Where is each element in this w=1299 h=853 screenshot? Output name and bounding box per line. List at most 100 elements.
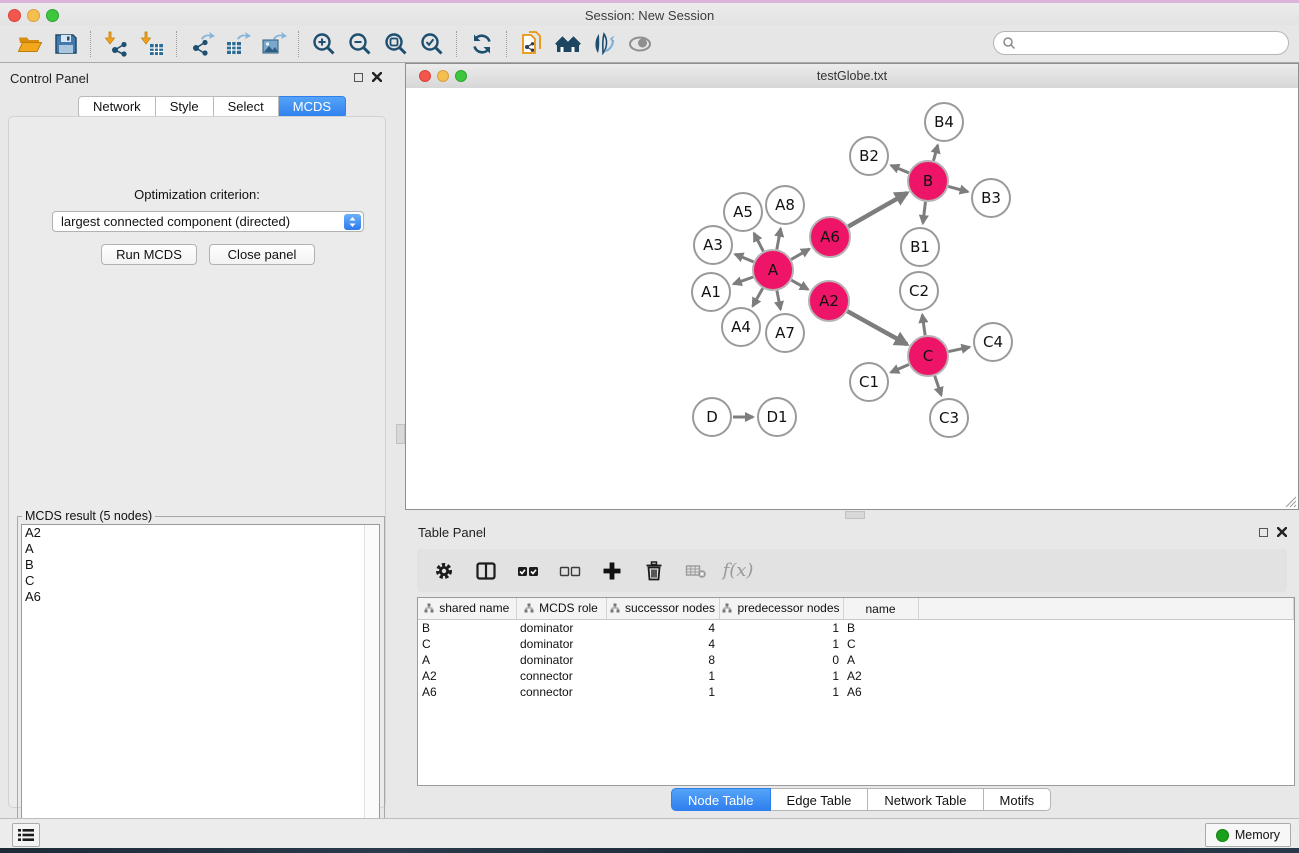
graph-edge[interactable] [848,193,907,227]
mcds-result-list[interactable]: A2ABCA6 [21,524,380,844]
graph-edge[interactable] [949,347,970,352]
import-table-button[interactable] [134,29,170,59]
mcds-result-item[interactable]: C [22,573,379,589]
graph-edge[interactable] [847,311,907,344]
tab-mcds[interactable]: MCDS [279,96,346,118]
table-cell[interactable]: 1 [606,668,719,684]
table-cell[interactable]: 4 [606,636,719,652]
tab-node-table[interactable]: Node Table [671,788,771,811]
zoom-selected-button[interactable] [414,29,450,59]
function-builder-button[interactable]: f(x) [721,555,755,587]
table-row[interactable]: Cdominator41C [418,636,1294,652]
run-mcds-button[interactable]: Run MCDS [101,244,197,265]
open-session-button[interactable] [12,29,48,59]
graph-edge[interactable] [777,291,781,310]
clone-network-button[interactable] [514,29,550,59]
table-cell[interactable]: 4 [606,620,719,637]
table-cell[interactable]: dominator [516,652,606,668]
table-cell[interactable]: 1 [606,684,719,700]
table-cell[interactable]: dominator [516,636,606,652]
table-cell[interactable]: connector [516,684,606,700]
tab-motifs[interactable]: Motifs [984,788,1052,811]
table-cell[interactable]: 1 [719,668,843,684]
show-column-panel-button[interactable] [469,555,503,587]
column-header-mcds-role[interactable]: MCDS role [516,598,606,620]
tab-select[interactable]: Select [214,96,279,118]
graph-edge[interactable] [935,376,942,395]
table-cell[interactable]: B [843,620,918,637]
table-row[interactable]: Bdominator41B [418,620,1294,637]
table-settings-button[interactable] [427,555,461,587]
table-cell[interactable]: C [843,636,918,652]
tab-network-table[interactable]: Network Table [868,788,983,811]
zoom-in-button[interactable] [306,29,342,59]
tab-network[interactable]: Network [78,96,156,118]
delete-table-button[interactable] [679,555,713,587]
mcds-result-item[interactable]: B [22,557,379,573]
network-window-titlebar[interactable]: testGlobe.txt [406,64,1298,89]
graph-edge[interactable] [922,315,925,335]
table-cell[interactable]: C [418,636,516,652]
apply-style-button[interactable] [586,29,622,59]
graph-edge[interactable] [791,249,809,259]
memory-button[interactable]: Memory [1205,823,1291,847]
network-canvas[interactable]: B4B2BB3A8A5A6A3B1AA1C2A2A4A7C4CC1C3DD1 [406,88,1298,509]
table-row[interactable]: A2connector11A2 [418,668,1294,684]
table-cell[interactable]: 1 [719,620,843,637]
table-cell[interactable]: A2 [843,668,918,684]
graph-edge[interactable] [791,280,808,289]
mcds-result-item[interactable]: A2 [22,525,379,541]
unselect-all-columns-button[interactable] [553,555,587,587]
result-scrollbar[interactable] [364,525,379,843]
criterion-dropdown[interactable]: largest connected component (directed) [52,211,364,232]
graph-edge[interactable] [923,202,926,223]
window-resize-grip[interactable] [1283,494,1297,508]
tab-style[interactable]: Style [156,96,214,118]
node-table[interactable]: shared name MCDS role successor nodes pr… [417,597,1295,786]
close-table-panel-icon[interactable] [1277,527,1287,537]
graph-edge[interactable] [933,145,937,161]
column-header-predecessor-nodes[interactable]: predecessor nodes [719,598,843,620]
table-cell[interactable]: 1 [719,684,843,700]
mcds-result-item[interactable]: A [22,541,379,557]
mcds-result-item[interactable]: A6 [22,589,379,605]
export-table-button[interactable] [220,29,256,59]
vertical-splitter-handle[interactable] [396,424,405,444]
create-column-button[interactable] [595,555,629,587]
horizontal-splitter-handle[interactable] [845,511,865,519]
close-panel-button[interactable]: Close panel [209,244,315,265]
table-cell[interactable]: A6 [418,684,516,700]
float-panel-icon[interactable] [354,73,363,82]
import-network-button[interactable] [98,29,134,59]
column-header-shared-name[interactable]: shared name [418,598,516,620]
table-cell[interactable]: B [418,620,516,637]
graph-edge[interactable] [753,288,763,306]
graph-edge[interactable] [777,229,781,250]
float-table-panel-icon[interactable] [1259,528,1268,537]
graph-edge[interactable] [948,186,968,191]
search-input[interactable] [1020,33,1288,53]
save-session-button[interactable] [48,29,84,59]
select-all-columns-button[interactable] [511,555,545,587]
column-header-successor-nodes[interactable]: successor nodes [606,598,719,620]
table-cell[interactable]: A2 [418,668,516,684]
table-cell[interactable]: connector [516,668,606,684]
zoom-out-button[interactable] [342,29,378,59]
table-cell[interactable]: 0 [719,652,843,668]
delete-column-button[interactable] [637,555,671,587]
zoom-fit-button[interactable] [378,29,414,59]
close-panel-icon[interactable] [372,72,382,82]
table-row[interactable]: A6connector11A6 [418,684,1294,700]
first-neighbors-button[interactable] [550,29,586,59]
tab-edge-table[interactable]: Edge Table [771,788,869,811]
export-image-button[interactable] [256,29,292,59]
table-cell[interactable]: dominator [516,620,606,637]
refresh-button[interactable] [464,29,500,59]
graph-edge[interactable] [891,165,909,172]
table-cell[interactable]: A [418,652,516,668]
show-graphics-details-button[interactable] [622,29,658,59]
table-cell[interactable]: A6 [843,684,918,700]
table-row[interactable]: Adominator80A [418,652,1294,668]
column-header-name[interactable]: name [843,598,918,620]
graph-edge[interactable] [734,277,754,284]
